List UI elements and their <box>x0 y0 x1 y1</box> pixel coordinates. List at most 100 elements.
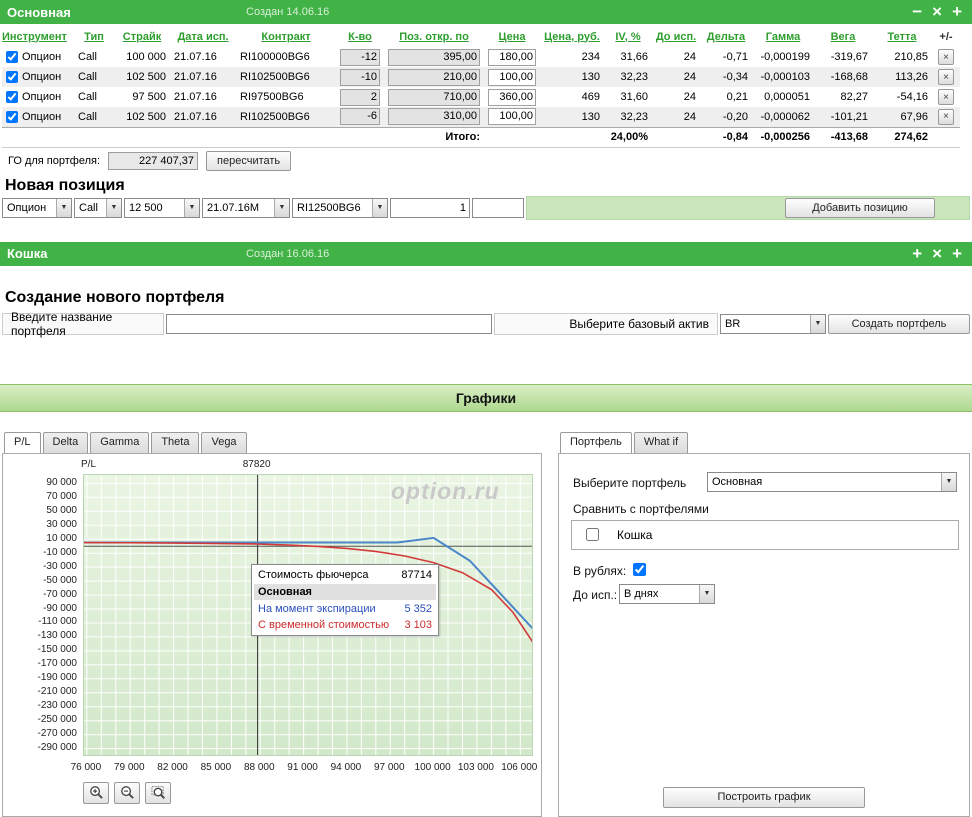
column-header-5[interactable]: К-во <box>336 26 384 47</box>
tooltip-expiry-label: На момент экспирации <box>258 602 376 615</box>
column-header-7[interactable]: Цена <box>484 26 540 47</box>
instrument-select[interactable]: Опцион ▼ <box>2 197 72 218</box>
rub-checkbox[interactable] <box>633 562 646 576</box>
column-header-1[interactable]: Тип <box>74 26 114 47</box>
option-type-select-value: Call <box>79 201 98 214</box>
totals-delta: -0,84 <box>700 126 752 148</box>
panel-tab-портфель[interactable]: Портфель <box>560 431 632 453</box>
qty-input[interactable]: 2 <box>340 88 380 106</box>
delete-position-button[interactable]: × <box>938 49 954 65</box>
column-header-2[interactable]: Страйк <box>114 26 170 47</box>
days-label: До исп.: <box>573 587 618 602</box>
delete-position-button[interactable]: × <box>938 69 954 85</box>
margin-value-field[interactable]: 227 407,37 <box>108 151 199 170</box>
delete-position-button[interactable]: × <box>938 89 954 105</box>
totals-row: Итого: 24,00% -0,84 -0,000256 -413,68 27… <box>2 126 960 148</box>
delete-position-button[interactable]: × <box>938 108 954 125</box>
zoom-reset-button[interactable] <box>145 781 171 804</box>
chevron-down-icon: ▼ <box>699 584 714 603</box>
row-select-checkbox[interactable] <box>6 51 18 63</box>
gamma-cell: -0,000103 <box>752 67 814 87</box>
qty-input[interactable]: -12 <box>340 48 380 66</box>
close-icon[interactable]: × <box>932 1 942 23</box>
open-pos-input[interactable]: 710,00 <box>388 88 480 106</box>
price-input[interactable]: 180,00 <box>488 48 536 66</box>
chart-tab-theta[interactable]: Theta <box>151 431 200 453</box>
gamma-cell: -0,000062 <box>752 107 814 127</box>
build-chart-button[interactable]: Построить график <box>663 786 865 808</box>
totals-iv: 24,00% <box>604 126 652 148</box>
column-header-4[interactable]: Контракт <box>236 26 336 47</box>
qty-input[interactable]: -10 <box>340 68 380 86</box>
chevron-down-icon: ▼ <box>184 198 199 217</box>
price-input[interactable]: 100,00 <box>488 108 536 126</box>
add-icon[interactable]: + <box>952 1 962 23</box>
select-portfolio-label: Выберите портфель <box>573 475 687 490</box>
rub-label: В рублях: <box>573 563 627 578</box>
tooltip-time-value: 3 103 <box>404 618 432 631</box>
days-cell: 24 <box>683 51 696 63</box>
contract-select[interactable]: RI12500BG6 ▼ <box>292 197 388 218</box>
qty-input[interactable]: -6 <box>340 108 380 126</box>
recalculate-button[interactable]: пересчитать <box>206 150 292 171</box>
instrument-label: Опцион <box>22 71 62 83</box>
theta-cell: -54,16 <box>896 91 928 103</box>
column-header-14[interactable]: Тетта <box>872 26 932 47</box>
panel-created-label: Создан 16.06.16 <box>246 247 330 260</box>
row-select-checkbox[interactable] <box>6 110 18 123</box>
panel-tab-what-if[interactable]: What if <box>633 431 689 453</box>
open-pos-input[interactable]: 395,00 <box>388 48 480 66</box>
minimize-icon[interactable]: − <box>912 1 922 23</box>
days-select[interactable]: В днях ▼ <box>619 583 715 604</box>
chart-tab-gamma[interactable]: Gamma <box>90 431 150 453</box>
column-header-0[interactable]: Инструмент <box>2 26 74 47</box>
row-select-checkbox[interactable] <box>6 71 18 83</box>
add-icon[interactable]: + <box>952 243 962 265</box>
position-row: Опцион Call 97 500 21.07.16 RI97500BG6 2 710,0… <box>2 87 960 107</box>
column-header-6[interactable]: Поз. откр. по <box>384 26 484 47</box>
zoom-buttons <box>83 781 176 804</box>
x-axis-tick: 85 000 <box>200 761 232 773</box>
portfolio-name-input[interactable] <box>166 313 492 334</box>
exp-date-select[interactable]: 21.07.16М ▼ <box>202 197 290 218</box>
create-portfolio-button[interactable]: Создать портфель <box>828 313 970 334</box>
base-asset-select[interactable]: BR ▼ <box>720 313 826 334</box>
new-position-quantity-input[interactable] <box>390 197 470 218</box>
column-header-13[interactable]: Вега <box>814 26 872 47</box>
column-header-12[interactable]: Гамма <box>752 26 814 47</box>
column-header-11[interactable]: Дельта <box>700 26 752 47</box>
chart-tab-delta[interactable]: Delta <box>42 431 89 453</box>
price-input[interactable]: 360,00 <box>488 88 536 106</box>
delta-cell: -0,34 <box>700 67 752 87</box>
new-position-heading: Новая позиция <box>5 176 125 194</box>
compare-checkbox[interactable] <box>586 528 599 541</box>
new-position-price-input[interactable] <box>472 197 524 218</box>
zoom-out-button[interactable] <box>114 781 140 804</box>
expand-icon[interactable]: + <box>912 243 922 265</box>
y-axis-tick: 10 000 <box>46 532 77 544</box>
chart-tab-p-l[interactable]: P/L <box>4 431 41 453</box>
type-cell: Call <box>74 67 114 87</box>
open-pos-input[interactable]: 310,00 <box>388 108 480 126</box>
column-header-9[interactable]: IV, % <box>604 26 652 47</box>
column-header-8[interactable]: Цена, руб. <box>540 26 604 47</box>
zoom-in-button[interactable] <box>83 781 109 804</box>
totals-vega: -413,68 <box>814 126 872 148</box>
close-icon[interactable]: × <box>932 243 942 265</box>
row-select-checkbox[interactable] <box>6 91 18 103</box>
chart-tab-vega[interactable]: Vega <box>201 431 247 453</box>
exp-date-cell: 21.07.16 <box>174 91 217 103</box>
instrument-label: Опцион <box>22 110 62 123</box>
days-cell: 24 <box>683 91 696 103</box>
strike-select[interactable]: 12 500 ▼ <box>124 197 200 218</box>
portfolio-select[interactable]: Основная ▼ <box>707 471 957 492</box>
add-position-button[interactable]: Добавить позицию <box>785 197 935 218</box>
open-pos-input[interactable]: 210,00 <box>388 68 480 86</box>
chart-box: P/L 87820 90 000 70 000 50 000 30 000 10 000… <box>2 452 542 817</box>
column-header-3[interactable]: Дата исп. <box>170 26 236 47</box>
option-type-select[interactable]: Call ▼ <box>74 197 122 218</box>
column-header-10[interactable]: До исп. <box>652 26 700 47</box>
exp-date-cell: 21.07.16 <box>170 107 236 127</box>
price-input[interactable]: 100,00 <box>488 68 536 86</box>
compare-portfolio-item[interactable]: Кошка <box>572 528 652 542</box>
